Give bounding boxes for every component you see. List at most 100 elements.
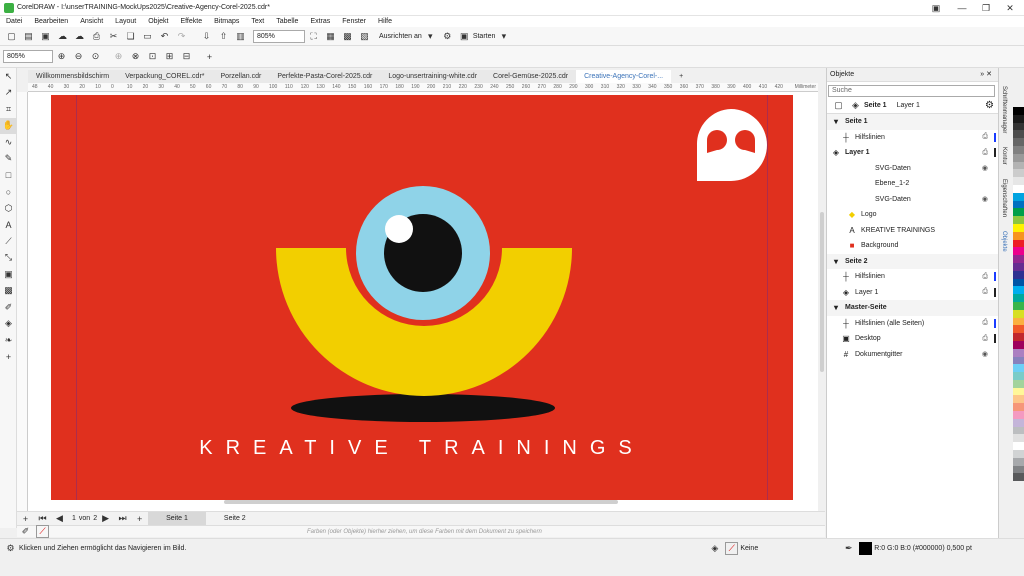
redo-icon[interactable]: ↷ — [175, 30, 188, 43]
palette-swatch[interactable] — [1013, 177, 1024, 185]
menu-datei[interactable]: Datei — [0, 16, 28, 27]
eyedropper-tool-icon[interactable]: ✐ — [0, 299, 17, 316]
objects-row[interactable]: ◈ Layer 1 ⎙ — [827, 145, 998, 161]
menu-tabelle[interactable]: Tabelle — [270, 16, 304, 27]
palette-swatch[interactable] — [1013, 395, 1024, 404]
visibility-eye-icon[interactable]: ◉ — [982, 350, 988, 358]
zoom-out-icon[interactable]: ⊖ — [72, 50, 85, 63]
shape-tool-icon[interactable]: ↗ — [0, 85, 17, 102]
eyedropper-icon[interactable]: ✐ — [19, 525, 32, 538]
shadow-tool-icon[interactable]: ▣ — [0, 266, 17, 283]
fill-icon[interactable]: ◈ — [708, 542, 721, 555]
objects-row[interactable]: # Dokumentgitter ◉ — [827, 347, 998, 363]
add-tab-button[interactable]: + — [671, 70, 691, 83]
copy-icon[interactable]: ❏ — [124, 30, 137, 43]
open-folder-icon[interactable]: ▤ — [22, 30, 35, 43]
rulers-icon[interactable]: ▦ — [324, 30, 337, 43]
palette-swatch[interactable] — [1013, 372, 1024, 380]
palette-swatch[interactable] — [1013, 145, 1024, 154]
palette-swatch[interactable] — [1013, 317, 1024, 326]
palette-swatch[interactable] — [1013, 294, 1024, 302]
panel-settings-icon[interactable]: ⚙ — [985, 100, 994, 111]
add-page-icon[interactable]: + — [19, 512, 32, 525]
zoom-in-icon[interactable]: ⊕ — [55, 50, 68, 63]
objects-row[interactable]: A KREATIVE TRAININGS — [827, 223, 998, 239]
add-icon[interactable]: + — [203, 50, 216, 63]
pdf-icon[interactable]: ▥ — [234, 30, 247, 43]
zoom-all-objects-icon[interactable]: ⊕ — [112, 50, 125, 63]
guideline[interactable] — [76, 95, 77, 500]
menu-text[interactable]: Text — [245, 16, 270, 27]
import-icon[interactable]: ⇩ — [200, 30, 213, 43]
print-toggle-icon[interactable]: ⎙ — [982, 335, 988, 343]
print-toggle-icon[interactable]: ⎙ — [982, 288, 988, 296]
tab-verpackung[interactable]: Verpackung_COREL.cdr* — [117, 70, 212, 83]
paste-icon[interactable]: ▭ — [141, 30, 154, 43]
menu-layout[interactable]: Layout — [109, 16, 142, 27]
menu-bearbeiten[interactable]: Bearbeiten — [28, 16, 74, 27]
no-color-swatch[interactable]: ⟋ — [36, 525, 49, 538]
pan-tool-icon[interactable]: ✋ — [0, 117, 17, 134]
tab-logo[interactable]: Logo-unsertraining-white.cdr — [380, 70, 485, 83]
print-icon[interactable]: ⎙ — [90, 30, 103, 43]
logo-badge[interactable] — [696, 109, 767, 181]
docker-tab-properties[interactable]: Eigenschaften — [1001, 179, 1007, 217]
palette-swatch[interactable] — [1013, 130, 1024, 139]
zoom-fit-icon[interactable]: ⊟ — [180, 50, 193, 63]
add-tool-icon[interactable]: + — [0, 349, 17, 366]
curve-tool-icon[interactable]: ∿ — [0, 134, 17, 151]
start-label[interactable]: Starten — [473, 33, 496, 40]
menu-objekt[interactable]: Objekt — [142, 16, 174, 27]
crop-tool-icon[interactable]: ⌗ — [0, 101, 17, 118]
polygon-tool-icon[interactable]: ⬡ — [0, 200, 17, 217]
menu-ansicht[interactable]: Ansicht — [74, 16, 109, 27]
connector-tool-icon[interactable]: ⤡ — [0, 250, 17, 267]
palette-swatch[interactable] — [1013, 262, 1024, 271]
objects-section[interactable]: ▾ Master-Seite — [827, 300, 998, 316]
shadow-ellipse[interactable] — [291, 394, 555, 422]
grid-icon[interactable]: ▩ — [341, 30, 354, 43]
undo-icon[interactable]: ↶ — [158, 30, 171, 43]
vertical-ruler[interactable] — [17, 92, 28, 512]
zoom-page-icon[interactable]: ⊗ — [129, 50, 142, 63]
palette-swatch[interactable] — [1013, 364, 1024, 373]
palette-swatch[interactable] — [1013, 208, 1024, 217]
palette-swatch[interactable] — [1013, 340, 1024, 349]
save-icon[interactable]: ▣ — [39, 30, 52, 43]
minimize-button[interactable]: — — [950, 2, 974, 14]
tab-gemuese[interactable]: Corel-Gemüse-2025.cdr — [485, 70, 576, 83]
palette-swatch[interactable] — [1013, 301, 1024, 310]
palette-swatch[interactable] — [1013, 231, 1024, 240]
palette-swatch[interactable] — [1013, 325, 1024, 334]
interactive-fill-icon[interactable]: ◈ — [0, 316, 17, 333]
text-tool-icon[interactable]: A — [0, 217, 17, 234]
palette-swatch[interactable] — [1013, 457, 1024, 466]
eye-highlight[interactable] — [385, 215, 413, 243]
menu-effekte[interactable]: Effekte — [174, 16, 208, 27]
visibility-eye-icon[interactable]: ◉ — [982, 195, 988, 203]
new-document-icon[interactable]: ▢ — [5, 30, 18, 43]
objects-section[interactable]: ▾ Seite 1 — [827, 114, 998, 130]
palette-swatch[interactable] — [1013, 239, 1024, 248]
palette-swatch[interactable] — [1013, 114, 1024, 123]
layer-stack-icon[interactable]: ◈ — [849, 99, 862, 112]
objects-row[interactable]: ▣ Desktop ⎙ — [827, 331, 998, 347]
parallel-dimension-icon[interactable]: ⟋ — [0, 233, 17, 250]
chevron-down-icon[interactable]: ▾ — [424, 30, 437, 43]
ellipse-tool-icon[interactable]: ○ — [0, 184, 17, 201]
align-to-label[interactable]: Ausrichten an — [379, 33, 422, 40]
objects-row[interactable]: SVG-Daten ◉ — [827, 192, 998, 208]
objects-row[interactable]: ┼ Hilfslinien ⎙ — [827, 130, 998, 146]
palette-swatch[interactable] — [1013, 442, 1024, 451]
new-layer-icon[interactable]: ▢ — [832, 99, 845, 112]
guidelines-icon[interactable]: ▧ — [358, 30, 371, 43]
palette-swatch[interactable] — [1013, 356, 1024, 365]
palette-swatch[interactable] — [1013, 216, 1024, 224]
zoom-selected-icon[interactable]: ⊙ — [89, 50, 102, 63]
palette-swatch[interactable] — [1013, 278, 1024, 287]
docker-tab-outline[interactable]: Kontur — [1001, 147, 1007, 165]
horizontal-scrollbar[interactable] — [224, 500, 618, 504]
palette-swatch[interactable] — [1013, 379, 1024, 388]
palette-swatch[interactable] — [1013, 426, 1024, 435]
palette-swatch[interactable] — [1013, 418, 1024, 427]
